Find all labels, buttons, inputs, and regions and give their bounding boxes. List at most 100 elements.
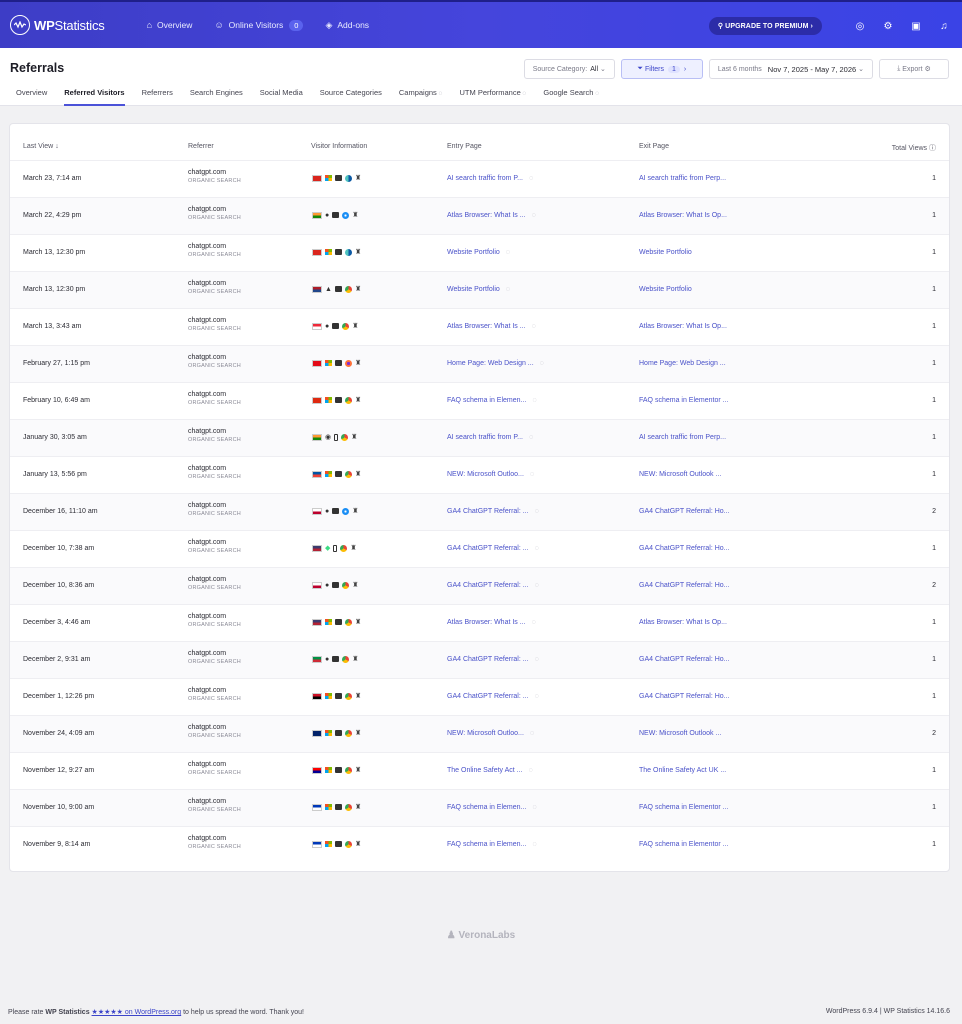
linux-icon[interactable]: ▲: [325, 286, 332, 293]
country-flag-icon[interactable]: [312, 803, 322, 811]
desktop-icon[interactable]: [335, 804, 342, 810]
desktop-icon[interactable]: [335, 249, 342, 255]
chrome-icon[interactable]: [345, 766, 352, 774]
entry-page-link[interactable]: AI search traffic from P... ◌: [447, 175, 533, 182]
referrer-link[interactable]: chatgpt.com: [188, 539, 241, 546]
visitor-profile-icon[interactable]: ♜: [355, 618, 361, 626]
country-flag-icon[interactable]: [312, 396, 322, 404]
exit-page-link[interactable]: Atlas Browser: What Is Op...: [639, 619, 727, 626]
windows-icon[interactable]: [325, 174, 332, 182]
chrome-icon[interactable]: [342, 581, 350, 589]
windows-icon[interactable]: [325, 359, 332, 367]
referrer-link[interactable]: chatgpt.com: [188, 798, 241, 805]
exit-page-link[interactable]: Atlas Browser: What Is Op...: [639, 212, 727, 219]
referrer-link[interactable]: chatgpt.com: [188, 243, 241, 250]
visitor-profile-icon[interactable]: ♜: [355, 359, 361, 367]
country-flag-icon[interactable]: [312, 248, 322, 256]
exit-page-link[interactable]: The Online Safety Act UK ...: [639, 767, 726, 774]
desktop-icon[interactable]: [332, 582, 340, 588]
country-flag-icon[interactable]: [312, 766, 322, 774]
country-flag-icon[interactable]: [312, 359, 322, 367]
referrer-link[interactable]: chatgpt.com: [188, 724, 241, 731]
visitor-profile-icon[interactable]: ♜: [352, 322, 358, 330]
exit-page-link[interactable]: FAQ schema in Elementor ...: [639, 804, 728, 811]
info-icon[interactable]: ◌: [532, 397, 536, 404]
info-icon[interactable]: ◌: [532, 841, 536, 848]
safari-icon[interactable]: [342, 507, 350, 515]
info-icon[interactable]: ◌: [530, 471, 534, 478]
tab-referrers[interactable]: Referrers: [142, 88, 173, 106]
chrome-icon[interactable]: [345, 470, 352, 478]
entry-page-link[interactable]: Atlas Browser: What Is ... ◌: [447, 323, 536, 330]
visitor-profile-icon[interactable]: ♜: [355, 840, 361, 848]
visitor-profile-icon[interactable]: ♜: [355, 396, 361, 404]
safari-icon[interactable]: [342, 211, 350, 219]
entry-page-link[interactable]: GA4 ChatGPT Referral: ... ◌: [447, 545, 539, 552]
visitor-profile-icon[interactable]: ♜: [355, 729, 361, 737]
windows-icon[interactable]: [325, 692, 332, 700]
desktop-icon[interactable]: [332, 323, 340, 329]
info-icon[interactable]: ◌: [532, 212, 536, 219]
exit-page-link[interactable]: AI search traffic from Perp...: [639, 175, 726, 182]
info-icon[interactable]: ◌: [535, 508, 539, 515]
entry-page-link[interactable]: Website Portfolio ◌: [447, 286, 510, 293]
referrer-link[interactable]: chatgpt.com: [188, 576, 241, 583]
visitor-profile-icon[interactable]: ♜: [352, 655, 358, 663]
entry-page-link[interactable]: GA4 ChatGPT Referral: ... ◌: [447, 508, 539, 515]
apple-icon[interactable]: ●: [325, 323, 329, 330]
referrer-link[interactable]: chatgpt.com: [188, 280, 241, 287]
visitor-profile-icon[interactable]: ♜: [355, 692, 361, 700]
referrer-link[interactable]: chatgpt.com: [188, 169, 241, 176]
edge-icon[interactable]: [345, 248, 352, 256]
rate-link[interactable]: ★★★★★ on WordPress.org: [92, 1009, 182, 1016]
exit-page-link[interactable]: Website Portfolio: [639, 286, 692, 293]
entry-page-link[interactable]: Home Page: Web Design ... ◌: [447, 360, 544, 367]
date-range-picker[interactable]: Last 6 months Nov 7, 2025 - May 7, 2026 …: [708, 59, 873, 79]
shield-check-icon[interactable]: ◎: [854, 21, 866, 32]
country-flag-icon[interactable]: [312, 618, 322, 626]
info-icon[interactable]: ◌: [529, 434, 533, 441]
exit-page-link[interactable]: Home Page: Web Design ...: [639, 360, 726, 367]
tab-social-media[interactable]: Social Media: [260, 88, 303, 106]
chrome-icon[interactable]: [345, 729, 352, 737]
chrome-icon[interactable]: [344, 285, 352, 293]
info-icon[interactable]: ◌: [532, 323, 536, 330]
exit-page-link[interactable]: GA4 ChatGPT Referral: Ho...: [639, 693, 730, 700]
exit-page-link[interactable]: AI search traffic from Perp...: [639, 434, 726, 441]
apple-icon[interactable]: ●: [325, 212, 329, 219]
visitor-profile-icon[interactable]: ♜: [355, 803, 361, 811]
entry-page-link[interactable]: The Online Safety Act ... ◌: [447, 767, 533, 774]
tab-campaigns[interactable]: Campaigns ◌: [399, 88, 443, 106]
visitor-profile-icon[interactable]: ♜: [355, 766, 361, 774]
exit-page-link[interactable]: GA4 ChatGPT Referral: Ho...: [639, 545, 730, 552]
windows-icon[interactable]: [325, 248, 332, 256]
android-icon[interactable]: ◆: [325, 544, 330, 552]
info-icon[interactable]: ◌: [535, 693, 539, 700]
windows-icon[interactable]: [325, 840, 332, 848]
exit-page-link[interactable]: GA4 ChatGPT Referral: Ho...: [639, 508, 730, 515]
gear-icon[interactable]: ⚙: [882, 21, 894, 32]
info-icon[interactable]: ◌: [535, 582, 539, 589]
country-flag-icon[interactable]: [312, 729, 322, 737]
visitor-profile-icon[interactable]: ♜: [355, 248, 361, 256]
referrer-link[interactable]: chatgpt.com: [188, 354, 241, 361]
entry-page-link[interactable]: FAQ schema in Elemen... ◌: [447, 804, 537, 811]
source-category-select[interactable]: Source Category: All ⌄: [523, 59, 615, 79]
desktop-icon[interactable]: [332, 508, 340, 514]
windows-icon[interactable]: [325, 803, 332, 811]
apple-icon[interactable]: ●: [325, 508, 329, 515]
referrer-link[interactable]: chatgpt.com: [188, 391, 241, 398]
firefox-icon[interactable]: [345, 359, 352, 367]
exit-page-link[interactable]: Website Portfolio: [639, 249, 692, 256]
country-flag-icon[interactable]: [312, 840, 322, 848]
nav-addons[interactable]: ◈ Add-ons: [325, 20, 369, 31]
info-icon[interactable]: ◌: [506, 286, 510, 293]
chrome-icon[interactable]: [345, 618, 352, 626]
desktop-icon[interactable]: [335, 619, 342, 625]
entry-page-link[interactable]: FAQ schema in Elemen... ◌: [447, 841, 537, 848]
entry-page-link[interactable]: GA4 ChatGPT Referral: ... ◌: [447, 656, 539, 663]
feedback-icon[interactable]: ▣: [910, 21, 922, 32]
visitor-profile-icon[interactable]: ♜: [352, 581, 358, 589]
tab-referred-visitors[interactable]: Referred Visitors: [64, 88, 125, 106]
windows-icon[interactable]: [325, 470, 332, 478]
